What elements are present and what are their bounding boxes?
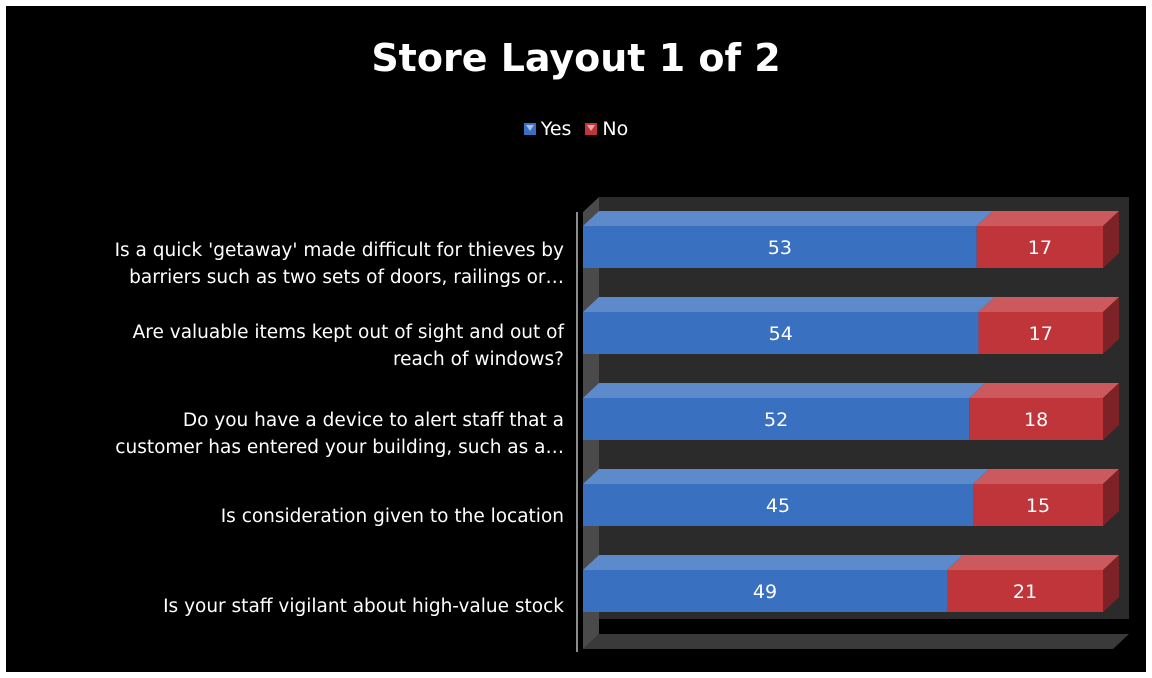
data-label-no-3: 18: [1024, 409, 1048, 431]
category-label-2: Are valuable items kept out of sight and…: [132, 322, 564, 370]
legend-label-no: No: [602, 118, 629, 140]
category-label-1: Is a quick 'getaway' made difficult for …: [114, 240, 564, 288]
bar-top-yes-3: [583, 383, 986, 398]
category-label-3: Do you have a device to alert staff that…: [115, 410, 564, 458]
data-label-yes-1: 53: [768, 237, 792, 259]
bar-top-yes-2: [583, 297, 995, 312]
data-label-no-1: 17: [1028, 237, 1052, 259]
category-label-4: Is consideration given to the location: [220, 505, 564, 527]
plot-floor: [583, 634, 1129, 649]
data-label-yes-2: 54: [769, 323, 793, 345]
bar-top-no-5: [947, 555, 1119, 570]
bar-top-no-4: [973, 469, 1119, 484]
legend-item-yes: Yes: [523, 118, 572, 140]
chart-frame: 53 17 54 17 52 18 45 15 49 21 Store Layout 1 of 2…: [6, 6, 1146, 672]
legend-label-yes: Yes: [540, 118, 572, 140]
bar-top-no-1: [976, 211, 1119, 226]
category-label-5: Is your staff vigilant about high-value …: [163, 595, 564, 617]
data-label-yes-5: 49: [753, 581, 777, 603]
chart-title: Store Layout 1 of 2: [371, 36, 781, 80]
bar-top-no-3: [969, 383, 1119, 398]
bar-top-yes-1: [583, 211, 993, 226]
data-label-no-4: 15: [1026, 495, 1050, 517]
bar-top-no-2: [978, 297, 1119, 312]
legend-item-no: No: [585, 118, 628, 140]
bar-top-yes-5: [583, 555, 963, 570]
legend-swatch-no: [585, 123, 598, 135]
legend: Yes No: [6, 118, 1146, 140]
data-label-no-5: 21: [1013, 581, 1037, 603]
data-label-yes-4: 45: [766, 495, 790, 517]
data-label-no-2: 17: [1029, 323, 1053, 345]
bar-top-yes-4: [583, 469, 989, 484]
legend-swatch-yes: [523, 123, 536, 135]
data-label-yes-3: 52: [764, 409, 788, 431]
